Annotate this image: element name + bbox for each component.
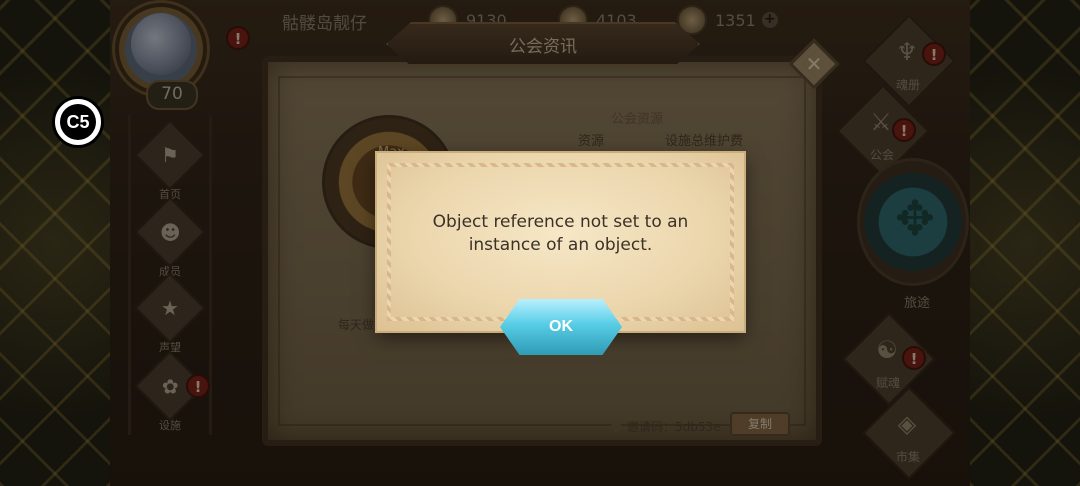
left-decorative-border xyxy=(0,0,110,486)
right-decorative-border xyxy=(970,0,1080,486)
error-message-line-1: Object reference not set to an xyxy=(432,212,689,232)
error-message: Object reference not set to an instance … xyxy=(397,211,724,257)
error-message-line-2: instance of an object. xyxy=(468,235,653,255)
overlay-logo: C5 xyxy=(52,96,104,148)
logo-mark: C5 xyxy=(60,104,96,140)
ok-button[interactable]: OK xyxy=(500,299,622,355)
ok-button-label: OK xyxy=(549,318,573,335)
